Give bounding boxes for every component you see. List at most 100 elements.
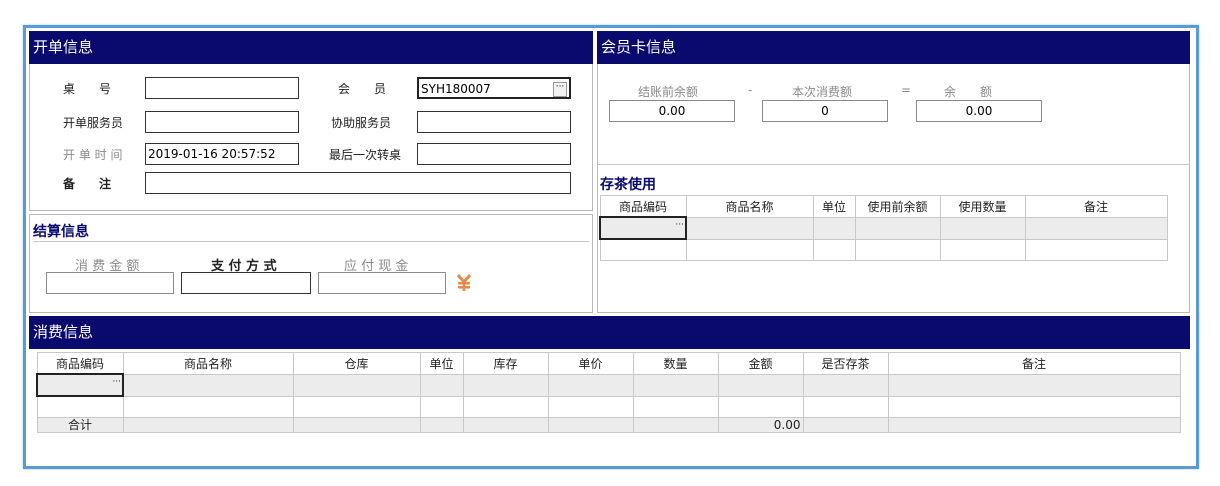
consume-info-header: 消费信息 [29,316,1190,349]
member-value: SYH180007 [421,82,491,96]
amount-field[interactable] [46,272,174,294]
table-row[interactable] [599,238,1168,261]
tea-header-balance-before[interactable]: 使用前余额 [854,195,941,218]
consume-header-name[interactable]: 商品名称 [122,352,294,375]
table-cell[interactable] [292,373,421,397]
table-cell[interactable] [462,395,549,418]
balance-before-label: 结账前余额 [638,85,699,99]
consume-header-remark[interactable]: 备注 [887,352,1181,375]
table-cell [887,417,1181,433]
card-panel [597,31,1190,313]
consume-header-warehouse[interactable]: 仓库 [292,352,421,375]
balance-label: 余 额 [944,85,993,99]
tea-title: 存茶使用 [600,177,656,193]
settle-title: 结算信息 [33,224,89,240]
table-cell[interactable] [547,395,634,418]
tea-header-code[interactable]: 商品编码 [599,195,687,218]
table-cell[interactable] [802,373,889,397]
table-cell [802,417,889,433]
remark-field[interactable] [145,172,571,194]
table-cell [462,417,549,433]
table-row[interactable] [36,395,1181,418]
table-cell[interactable] [717,373,804,397]
consume-header-code[interactable]: 商品编码 [36,352,124,375]
consume-code-cell[interactable]: ··· [36,373,124,397]
consume-header-price[interactable]: 单价 [547,352,634,375]
table-cell [122,417,294,433]
table-cell[interactable] [854,238,941,261]
table-cell[interactable] [939,238,1026,261]
table-cell[interactable] [887,373,1181,397]
open-time-label: 开 单 时 间 [63,148,123,162]
consume-header-unit[interactable]: 单位 [419,352,464,375]
table-cell[interactable] [632,373,719,397]
table-cell [632,417,719,433]
table-no-field[interactable] [145,77,299,99]
table-cell[interactable] [122,395,294,418]
table-cell[interactable] [717,395,804,418]
equals-sign: = [901,83,912,97]
assist-staff-label: 协助服务员 [331,116,392,130]
this-consume-value: 0 [821,104,829,118]
table-no-label: 桌 号 [63,82,112,96]
this-consume-label: 本次消费额 [792,85,853,99]
table-cell[interactable] [812,216,856,240]
table-cell[interactable] [1024,216,1168,240]
table-row[interactable]: ··· [599,216,1168,240]
consume-header-saved-tea[interactable]: 是否存茶 [802,352,889,375]
cash-field[interactable] [318,272,446,294]
last-transfer-label: 最后一次转桌 [329,148,402,162]
table-cell[interactable] [547,373,634,397]
table-cell[interactable] [36,395,124,418]
table-cell[interactable] [292,395,421,418]
table-cell[interactable] [419,373,464,397]
tea-table: 商品编码 商品名称 单位 使用前余额 使用数量 备注 ··· [599,195,1168,261]
table-cell[interactable] [812,238,856,261]
consume-header-stock[interactable]: 库存 [462,352,549,375]
consume-header-amount[interactable]: 金额 [717,352,804,375]
table-cell[interactable] [685,216,814,240]
settle-divider [33,241,589,242]
table-cell[interactable] [802,395,889,418]
summary-row: 合计 0.00 [36,417,1181,433]
tea-header-quantity[interactable]: 使用数量 [939,195,1026,218]
table-cell[interactable] [122,373,294,397]
member-field[interactable]: SYH180007 ··· [417,77,571,99]
balance-value: 0.00 [965,104,993,118]
table-cell[interactable] [939,216,1026,240]
remark-label: 备 注 [63,177,112,191]
table-row[interactable]: ··· [36,373,1181,397]
yen-icon[interactable] [456,273,472,293]
last-transfer-field[interactable] [417,143,571,165]
table-cell[interactable] [1024,238,1168,261]
table-cell[interactable] [854,216,941,240]
assist-staff-field[interactable] [417,111,571,133]
order-info-header: 开单信息 [29,31,593,64]
consume-header-quantity[interactable]: 数量 [632,352,719,375]
sum-amount: 0.00 [717,417,804,433]
this-consume-field: 0 [762,100,888,122]
table-cell [547,417,634,433]
minus-sign: - [748,83,753,97]
open-time-field[interactable]: 2019-01-16 20:57:52 [145,143,299,165]
tea-header-unit[interactable]: 单位 [812,195,856,218]
ellipsis-icon[interactable]: ··· [112,378,121,387]
ellipsis-icon[interactable]: ··· [675,221,684,230]
consume-table: 商品编码 商品名称 仓库 单位 库存 单价 数量 金额 是否存茶 备注 ··· … [36,352,1181,433]
open-staff-field[interactable] [145,111,299,133]
table-cell[interactable] [599,238,687,261]
tea-code-cell[interactable]: ··· [599,216,687,240]
table-cell[interactable] [419,395,464,418]
tea-header-name[interactable]: 商品名称 [685,195,814,218]
table-cell[interactable] [632,395,719,418]
table-cell[interactable] [685,238,814,261]
table-cell[interactable] [462,373,549,397]
tea-header-remark[interactable]: 备注 [1024,195,1168,218]
table-cell [292,417,421,433]
pay-method-field[interactable] [181,272,311,294]
open-staff-label: 开单服务员 [63,116,124,130]
member-label: 会 员 [338,82,387,96]
sum-label: 合计 [36,417,124,433]
table-cell[interactable] [887,395,1181,418]
ellipsis-icon[interactable]: ··· [553,82,567,97]
